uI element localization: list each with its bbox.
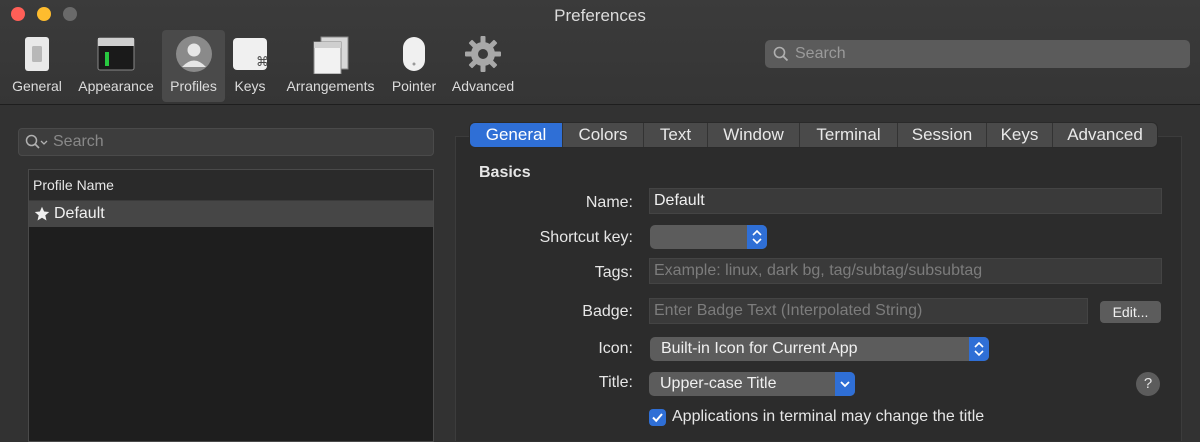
chevron-up-down-icon [752, 229, 762, 245]
tab-advanced[interactable]: Advanced [1053, 123, 1157, 147]
toolbar-appearance-label: Appearance [78, 78, 154, 94]
star-icon [34, 206, 50, 221]
tab-window[interactable]: Window [708, 123, 800, 147]
toolbar-advanced[interactable]: Advanced [448, 30, 518, 102]
profile-row[interactable]: Default [29, 201, 433, 227]
icon-label: Icon: [598, 340, 633, 357]
apps-change-title-checkbox[interactable] [649, 409, 666, 426]
general-switch-icon [25, 37, 49, 71]
toolbar-arrangements[interactable]: Arrangements [281, 30, 380, 102]
command-key-icon: ⌘ [233, 38, 269, 70]
chevron-down-icon [840, 381, 850, 388]
title-popup-dropdown [835, 372, 855, 396]
basics-heading: Basics [479, 164, 531, 181]
apps-change-title-label[interactable]: Applications in terminal may change the … [672, 408, 984, 426]
toolbar-general-label: General [12, 78, 62, 94]
toolbar-profiles-label: Profiles [170, 78, 217, 94]
toolbar-search-field[interactable]: Search [765, 40, 1190, 68]
title-popup[interactable]: Upper-case Title [649, 372, 855, 396]
shortcut-key-popup[interactable] [650, 225, 767, 249]
name-label: Name: [585, 194, 633, 211]
search-menu-icon [25, 134, 48, 149]
window-title: Preferences [554, 6, 646, 25]
profile-search-field[interactable]: Search [18, 128, 434, 156]
profile-search-placeholder: Search [53, 133, 104, 150]
shortcut-key-stepper [747, 225, 767, 249]
icon-popup[interactable]: Built-in Icon for Current App [650, 337, 989, 361]
toolbar-keys[interactable]: ⌘ Keys [230, 30, 270, 102]
title-label: Title: [598, 374, 633, 391]
badge-field[interactable]: Enter Badge Text (Interpolated String) [649, 298, 1088, 324]
terminal-window-icon [97, 37, 135, 71]
title-popup-value: Upper-case Title [660, 375, 777, 392]
toolbar-arrangements-label: Arrangements [286, 78, 375, 94]
profile-list: Profile Name Default [28, 169, 434, 442]
icon-popup-value: Built-in Icon for Current App [661, 340, 858, 357]
toolbar-search-placeholder: Search [795, 45, 846, 62]
toolbar-appearance[interactable]: Appearance [73, 30, 159, 102]
tab-terminal[interactable]: Terminal [800, 123, 898, 147]
profile-tabs: General Colors Text Window Terminal Sess… [470, 123, 1157, 147]
toolbar-general[interactable]: General [8, 30, 66, 102]
mouse-icon [403, 37, 425, 71]
tab-keys[interactable]: Keys [987, 123, 1053, 147]
title-bar: Preferences General Appearance Profiles … [0, 0, 1200, 105]
gear-icon [465, 36, 501, 72]
toolbar-keys-label: Keys [234, 78, 266, 94]
toolbar-pointer[interactable]: Pointer [387, 30, 441, 102]
arrangements-windows-icon [313, 36, 348, 74]
tab-general[interactable]: General [470, 123, 563, 147]
search-icon [773, 46, 789, 62]
toolbar-advanced-label: Advanced [451, 78, 515, 94]
tab-session[interactable]: Session [898, 123, 987, 147]
help-button[interactable]: ? [1136, 372, 1160, 396]
tags-label: Tags: [594, 264, 633, 281]
profile-row-name: Default [54, 205, 105, 222]
shortcut-key-label: Shortcut key: [539, 229, 633, 246]
name-field[interactable]: Default [649, 188, 1162, 214]
profile-user-icon [175, 36, 212, 72]
tab-text[interactable]: Text [644, 123, 708, 147]
tags-field[interactable]: Example: linux, dark bg, tag/subtag/subs… [649, 258, 1162, 284]
badge-edit-button[interactable]: Edit... [1100, 301, 1161, 323]
icon-popup-stepper [969, 337, 989, 361]
chevron-up-down-icon [974, 341, 984, 357]
tab-colors[interactable]: Colors [563, 123, 644, 147]
svg-text:⌘: ⌘ [256, 55, 269, 70]
profile-name-column-header[interactable]: Profile Name [29, 170, 433, 201]
badge-label: Badge: [582, 303, 633, 320]
checkmark-icon [652, 413, 663, 423]
toolbar-profiles[interactable]: Profiles [162, 30, 225, 102]
toolbar-pointer-label: Pointer [391, 78, 437, 94]
